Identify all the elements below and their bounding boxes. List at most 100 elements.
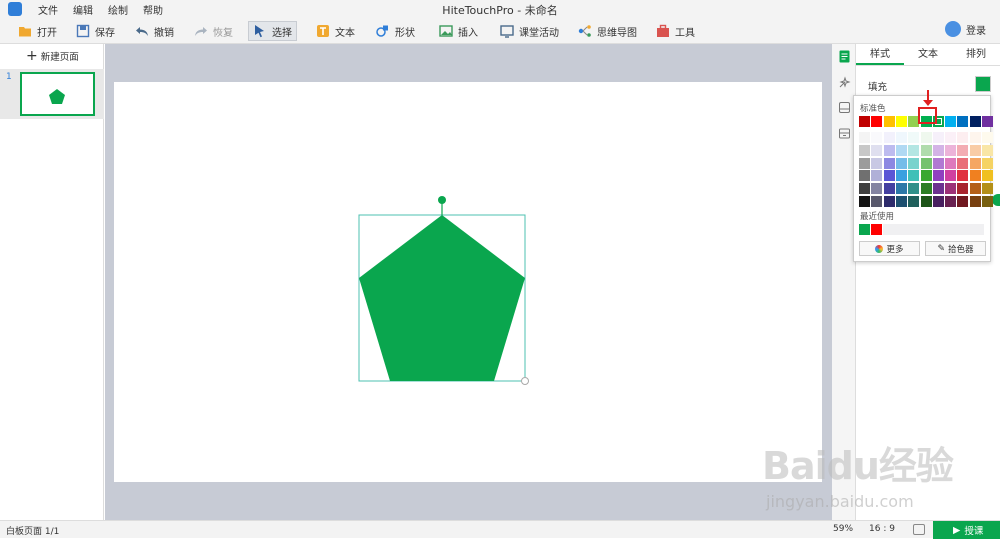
palette-swatch[interactable] [871,196,883,207]
palette-swatch[interactable] [908,132,920,143]
palette-swatch[interactable] [957,132,969,143]
palette-swatch[interactable] [982,132,993,143]
undo-button[interactable]: 撤销 [131,21,178,41]
palette-swatch[interactable] [871,183,883,195]
palette-swatch[interactable] [945,132,957,143]
fill-color-button[interactable] [975,76,991,92]
palette-swatch[interactable] [895,196,907,207]
login-button[interactable]: 登录 [945,21,986,37]
eyedropper-button[interactable]: ✎ 拾色器 [925,241,986,256]
palette-swatch[interactable] [920,157,932,169]
palette-swatch[interactable] [908,157,920,169]
whiteboard-slide[interactable] [114,82,822,482]
recent-color-swatch[interactable] [859,224,870,235]
palette-swatch[interactable] [920,132,932,143]
fit-screen-icon[interactable] [913,524,925,535]
palette-swatch[interactable] [908,170,920,182]
palette-swatch[interactable] [932,157,944,169]
palette-swatch[interactable] [920,144,932,156]
open-button[interactable]: 打开 [14,21,61,41]
palette-swatch[interactable] [920,170,932,182]
palette-swatch[interactable] [945,144,957,156]
palette-swatch[interactable] [859,157,870,169]
palette-swatch[interactable] [969,183,981,195]
panel-handle[interactable] [992,194,1000,206]
palette-swatch[interactable] [945,157,957,169]
animation-icon[interactable] [838,76,851,89]
palette-swatch[interactable] [945,183,957,195]
resize-handle[interactable] [521,377,529,385]
palette-swatch[interactable] [982,196,993,207]
redo-button[interactable]: 恢复 [190,21,237,41]
more-colors-button[interactable]: 更多 [859,241,920,256]
palette-swatch[interactable] [969,132,981,143]
standard-color-swatch[interactable] [957,116,969,127]
tab-arrange[interactable]: 排列 [952,44,1000,65]
page-thumbnail[interactable] [20,72,95,116]
palette-swatch[interactable] [859,170,870,182]
palette-swatch[interactable] [908,183,920,195]
page-thumbnail-row[interactable]: 1 [0,69,104,119]
palette-swatch[interactable] [982,183,993,195]
palette-swatch[interactable] [883,157,895,169]
palette-swatch[interactable] [969,157,981,169]
palette-swatch[interactable] [932,196,944,207]
palette-swatch[interactable] [982,157,993,169]
palette-swatch[interactable] [871,157,883,169]
save-button[interactable]: 保存 [72,21,119,41]
standard-color-swatch[interactable] [871,116,883,127]
palette-swatch[interactable] [957,170,969,182]
palette-swatch[interactable] [871,132,883,143]
standard-color-swatch[interactable] [859,116,870,127]
palette-swatch[interactable] [859,196,870,207]
palette-swatch[interactable] [957,144,969,156]
palette-swatch[interactable] [945,196,957,207]
palette-swatch[interactable] [957,183,969,195]
start-class-button[interactable]: ▶ 授课 [933,521,1000,539]
tools-button[interactable]: 工具 [652,21,699,41]
style-page-icon[interactable] [838,50,851,63]
palette-swatch[interactable] [969,196,981,207]
text-tool-button[interactable]: 文本 [312,21,359,41]
archive-icon[interactable] [838,127,851,140]
menu-draw[interactable]: 绘制 [108,2,128,17]
palette-swatch[interactable] [883,196,895,207]
palette-swatch[interactable] [945,170,957,182]
menu-file[interactable]: 文件 [38,2,58,17]
palette-swatch[interactable] [969,144,981,156]
standard-color-swatch[interactable] [883,116,895,127]
insert-button[interactable]: 插入 [435,21,482,41]
palette-swatch[interactable] [871,144,883,156]
palette-swatch[interactable] [883,144,895,156]
app-logo-icon[interactable] [8,2,22,16]
tab-text[interactable]: 文本 [904,44,952,65]
palette-swatch[interactable] [920,196,932,207]
palette-swatch[interactable] [932,144,944,156]
palette-swatch[interactable] [932,183,944,195]
palette-swatch[interactable] [969,170,981,182]
mindmap-button[interactable]: 思维导图 [574,21,641,41]
palette-swatch[interactable] [895,132,907,143]
palette-swatch[interactable] [932,170,944,182]
class-activity-button[interactable]: 课堂活动 [496,21,563,41]
palette-swatch[interactable] [920,183,932,195]
palette-swatch[interactable] [895,170,907,182]
palette-swatch[interactable] [883,132,895,143]
aspect-ratio-select[interactable]: 16 : 9 [869,524,895,534]
palette-swatch[interactable] [895,183,907,195]
pentagon-shape[interactable] [359,215,525,381]
palette-swatch[interactable] [859,132,870,143]
palette-swatch[interactable] [932,132,944,143]
palette-swatch[interactable] [859,183,870,195]
shape-tool-button[interactable]: 形状 [372,21,419,41]
rotate-handle[interactable] [438,196,446,204]
new-page-button[interactable]: + 新建页面 [26,49,79,63]
palette-swatch[interactable] [957,157,969,169]
palette-swatch[interactable] [982,144,993,156]
palette-swatch[interactable] [957,196,969,207]
palette-swatch[interactable] [859,144,870,156]
palette-swatch[interactable] [982,170,993,182]
menu-help[interactable]: 帮助 [143,2,163,17]
palette-swatch[interactable] [895,144,907,156]
palette-swatch[interactable] [871,170,883,182]
